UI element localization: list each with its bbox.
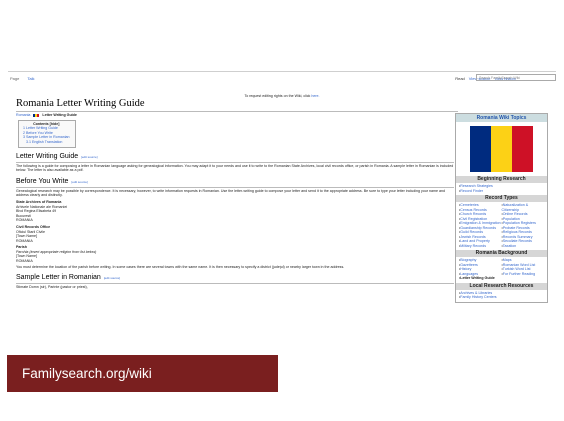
flag-stripe <box>469 126 491 172</box>
record-col: Naturalization & Citizenship Online Reco… <box>502 203 545 248</box>
main-content: Romania Letter Writing Guide Contents [h… <box>16 113 454 291</box>
romania-flag <box>469 126 534 172</box>
page-tabs: Page Talk <box>8 76 36 81</box>
background-col: Biography Gazetteers History Languages L… <box>459 258 502 281</box>
breadcrumb-current: Letter Writing Guide <box>42 113 77 117</box>
section-heading: Before You Write [edit source] <box>16 177 454 188</box>
sidebar-link[interactable]: Naturalization & Citizenship <box>502 203 545 212</box>
sidebar-link[interactable]: For Further Reading <box>502 272 545 277</box>
sidebar-link[interactable]: Family History Centers <box>459 295 544 300</box>
beginning-list: Research Strategies Record Finder <box>456 183 547 195</box>
paragraph: The following is a guide for composing a… <box>16 163 454 173</box>
heading-text: Letter Writing Guide <box>16 152 79 160</box>
sidebar: Romania Wiki Topics Beginning Research R… <box>455 113 548 304</box>
local-list: Archives & Libraries Family History Cent… <box>456 290 547 302</box>
toc-item[interactable]: 3.1 English Translation <box>23 140 70 145</box>
record-types-title: Record Types <box>456 195 547 202</box>
sidebar-link[interactable]: Taxation <box>502 244 545 249</box>
record-col: Cemeteries Census Records Church Records… <box>459 203 502 248</box>
background-list: Biography Gazetteers History Languages L… <box>456 257 547 283</box>
background-col: Maps Romanian Word List Turkish Word Lis… <box>502 258 545 281</box>
record-types-list: Cemeteries Census Records Church Records… <box>456 202 547 250</box>
sidebar-link[interactable]: Emigration & Immigration <box>459 221 502 226</box>
beginning-title: Beginning Research <box>456 176 547 183</box>
tab-talk[interactable]: Talk <box>25 76 36 81</box>
section-heading: Sample Letter in Romanian [edit source] <box>16 273 454 285</box>
breadcrumb: Romania Letter Writing Guide <box>16 113 454 118</box>
paragraph: Genealogical research may be possible by… <box>16 188 446 198</box>
page-title: Romania Letter Writing Guide <box>16 98 145 109</box>
table-of-contents: Contents [hide] 1 Letter Writing Guide 2… <box>18 119 76 148</box>
paragraph: Stimate Domn (sir), Parinte (pastor or p… <box>16 285 88 290</box>
address-line: ROMANIA <box>16 259 33 264</box>
address-line: ROMANIA <box>16 218 33 223</box>
header-divider <box>8 71 556 72</box>
notice-link[interactable]: here. <box>311 94 319 98</box>
sidebar-link[interactable]: Record Finder <box>459 189 544 194</box>
flag-stripe <box>512 126 534 172</box>
topics-box: Romania Wiki Topics Beginning Research R… <box>455 113 548 303</box>
sidebar-link[interactable]: Military Records <box>459 244 502 249</box>
section-heading: Letter Writing Guide [edit source] <box>16 152 454 163</box>
edit-source-link[interactable]: [edit source] <box>81 155 97 159</box>
flag-stripe <box>490 126 513 172</box>
heading-text: Before You Write <box>16 177 69 185</box>
background-title: Romania Background <box>456 250 547 257</box>
edit-source-link[interactable]: [edit source] <box>104 276 120 280</box>
address-line: ROMANIA <box>16 238 33 243</box>
notice-text: To request editing rights on the Wiki, c… <box>244 94 311 98</box>
flag-icon <box>33 113 40 117</box>
edit-source-link[interactable]: [edit source] <box>71 180 87 184</box>
paragraph: You must determine the location of the p… <box>16 264 345 269</box>
title-divider <box>16 111 458 112</box>
search-input[interactable]: Search FamilySearch Wiki <box>476 74 556 81</box>
local-title: Local Research Resources <box>456 282 547 290</box>
heading-text: Sample Letter in Romanian <box>16 274 101 282</box>
slide-caption: Familysearch.org/wiki <box>7 355 278 392</box>
sidebar-link: Letter Writing Guide <box>459 276 502 281</box>
slide: Page Talk Read View source View history … <box>0 0 564 421</box>
topics-title: Romania Wiki Topics <box>456 114 547 122</box>
tab-read[interactable]: Read <box>455 76 465 81</box>
breadcrumb-root[interactable]: Romania <box>16 113 30 117</box>
tab-page[interactable]: Page <box>8 76 21 81</box>
